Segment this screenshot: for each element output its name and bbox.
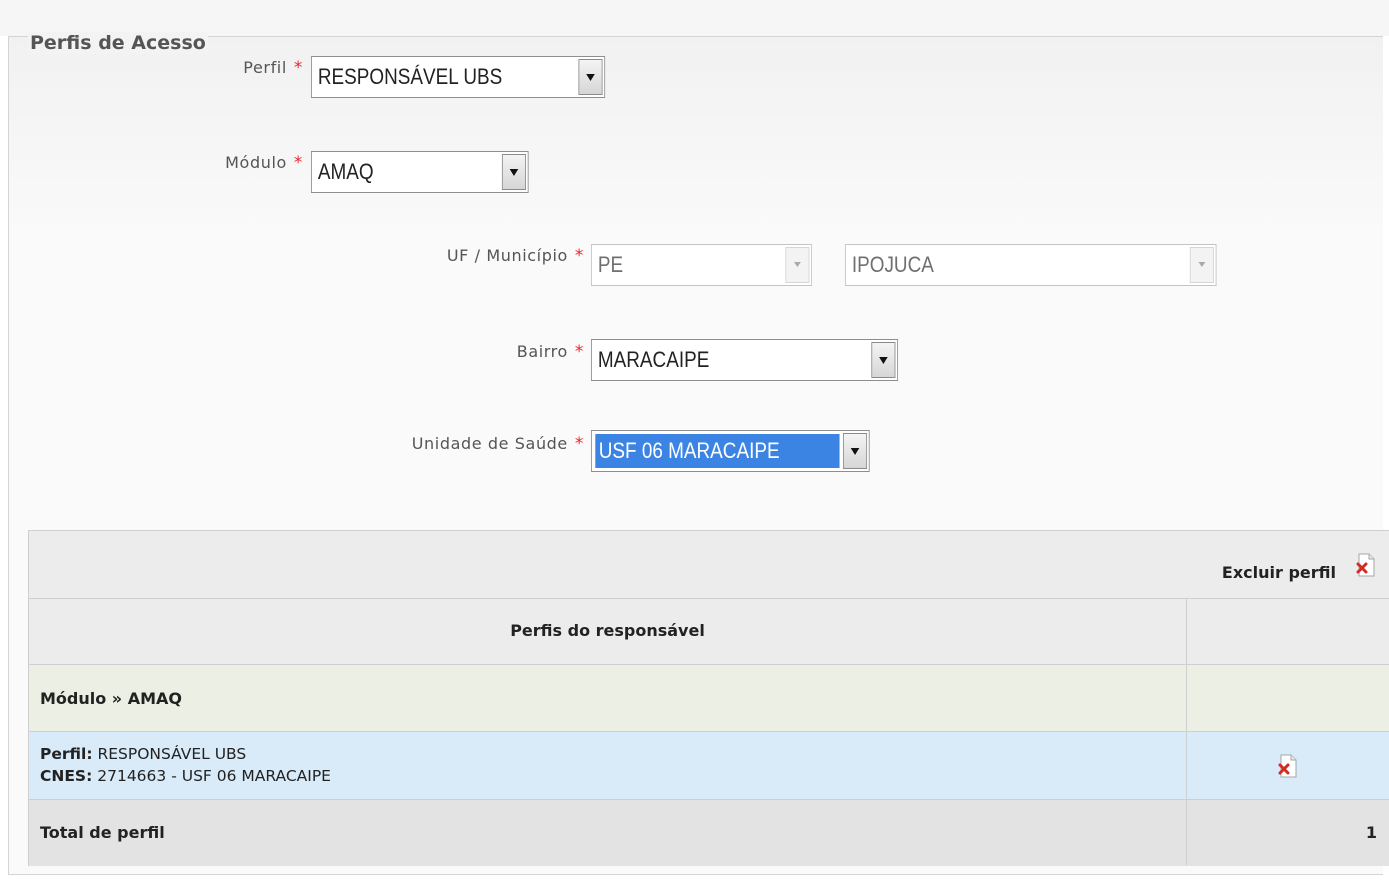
total-label: Total de perfil bbox=[40, 823, 165, 842]
unidade-saude-label-text: Unidade de Saúde bbox=[411, 434, 568, 453]
unidade-saude-select[interactable]: USF 06 MARACAIPE bbox=[591, 430, 870, 472]
cnes-value: 2714663 - USF 06 MARACAIPE bbox=[92, 767, 331, 785]
delete-document-icon[interactable] bbox=[1278, 754, 1298, 778]
uf-select-value: PE bbox=[597, 252, 624, 277]
perfil-line: Perfil: RESPONSÁVEL UBS bbox=[40, 743, 331, 765]
table-toolbar-row: Excluir perfil bbox=[29, 531, 1389, 599]
table-header-row: Perfis do responsável bbox=[29, 599, 1389, 665]
cnes-line: CNES: 2714663 - USF 06 MARACAIPE bbox=[40, 765, 331, 787]
section-legend: Perfis de Acesso bbox=[28, 32, 208, 54]
perfil-label-text: Perfil bbox=[243, 58, 287, 77]
chevron-down-icon bbox=[850, 448, 860, 455]
bairro-label-text: Bairro bbox=[516, 342, 568, 361]
uf-dropdown-button bbox=[785, 247, 810, 283]
chevron-down-icon bbox=[509, 169, 519, 176]
required-star: * bbox=[574, 246, 584, 266]
delete-document-icon[interactable] bbox=[1356, 553, 1376, 577]
unidade-saude-select-value: USF 06 MARACAIPE bbox=[595, 434, 840, 468]
uf-municipio-label-text: UF / Município bbox=[446, 246, 568, 265]
required-star: * bbox=[293, 58, 303, 78]
top-band bbox=[0, 0, 1389, 36]
unidade-saude-label: Unidade de Saúde * bbox=[300, 434, 584, 454]
bairro-select[interactable]: MARACAIPE bbox=[591, 339, 899, 381]
chevron-down-icon bbox=[879, 357, 888, 364]
modulo-dropdown-button[interactable] bbox=[501, 154, 526, 190]
bairro-dropdown-button[interactable] bbox=[871, 342, 896, 378]
modulo-label: Módulo * bbox=[150, 153, 303, 173]
bairro-select-value: MARACAIPE bbox=[597, 347, 710, 372]
perfis-table: Excluir perfil Perfis do responsável Mód… bbox=[28, 530, 1389, 866]
module-group-label: Módulo » AMAQ bbox=[40, 689, 182, 708]
municipio-select-value: IPOJUCA bbox=[851, 252, 934, 277]
column-divider bbox=[1186, 599, 1187, 865]
total-row: Total de perfil 1 bbox=[29, 800, 1389, 866]
unidade-saude-dropdown-button[interactable] bbox=[842, 433, 868, 469]
perfil-select-value: RESPONSÁVEL UBS bbox=[317, 64, 503, 89]
perfil-key: Perfil: bbox=[40, 745, 93, 763]
chevron-down-icon bbox=[586, 74, 595, 81]
modulo-select-value: AMAQ bbox=[317, 159, 374, 184]
perfil-dropdown-button[interactable] bbox=[578, 59, 603, 95]
required-star: * bbox=[574, 342, 584, 362]
cnes-key: CNES: bbox=[40, 767, 93, 785]
total-value: 1 bbox=[1365, 823, 1377, 842]
modulo-label-text: Módulo bbox=[225, 153, 287, 172]
table-row: Perfil: RESPONSÁVEL UBS CNES: 2714663 - … bbox=[29, 732, 1389, 800]
municipio-select: IPOJUCA bbox=[845, 244, 1217, 286]
column-header-perfis: Perfis do responsável bbox=[510, 621, 705, 640]
chevron-down-icon bbox=[1198, 262, 1206, 267]
bairro-label: Bairro * bbox=[430, 342, 584, 362]
municipio-dropdown-button bbox=[1189, 247, 1214, 283]
perfil-select[interactable]: RESPONSÁVEL UBS bbox=[311, 56, 606, 98]
excluir-perfil-link[interactable]: Excluir perfil bbox=[1222, 563, 1336, 582]
perfil-value: RESPONSÁVEL UBS bbox=[92, 745, 247, 763]
required-star: * bbox=[574, 434, 584, 454]
perfil-entry: Perfil: RESPONSÁVEL UBS CNES: 2714663 - … bbox=[40, 743, 331, 787]
module-group-row: Módulo » AMAQ bbox=[29, 665, 1389, 732]
perfil-label: Perfil * bbox=[150, 58, 303, 78]
uf-municipio-label: UF / Município * bbox=[330, 246, 584, 266]
uf-select: PE bbox=[591, 244, 813, 286]
required-star: * bbox=[293, 153, 303, 173]
chevron-down-icon bbox=[793, 262, 801, 267]
modulo-select[interactable]: AMAQ bbox=[311, 151, 529, 193]
